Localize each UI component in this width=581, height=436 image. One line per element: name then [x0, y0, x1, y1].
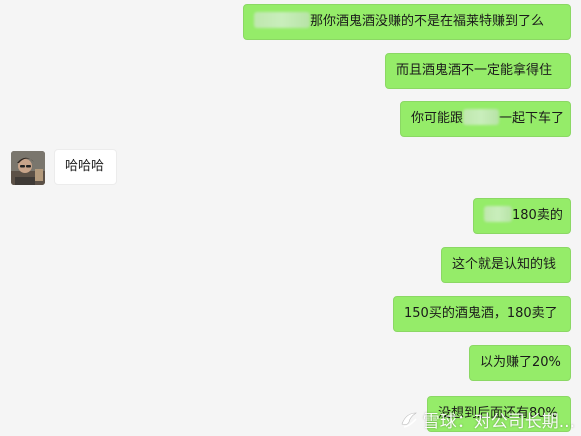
message-bubble-sent[interactable]: 这个就是认知的钱 — [441, 247, 571, 283]
message-text: 以为赚了20% — [480, 355, 561, 370]
message-text: 这个就是认知的钱 — [452, 257, 557, 272]
message-text: 那你酒鬼酒没赚的不是在福莱特赚到了么 — [310, 14, 545, 29]
message-bubble-sent[interactable]: 你可能跟 一起下车了 — [400, 101, 571, 137]
message-bubble-sent[interactable]: 150买的酒鬼酒，180卖了 — [393, 296, 571, 332]
redacted-text — [484, 206, 512, 222]
watermark: 雪球：对公司长期... — [399, 407, 575, 432]
message-bubble-sent[interactable]: 而且酒鬼酒不一定能拿得住 — [385, 53, 571, 89]
message-bubble-received[interactable]: 哈哈哈 — [54, 149, 117, 185]
message-text: 150买的酒鬼酒，180卖了 — [404, 306, 558, 321]
message-text-after: 一起下车了 — [499, 111, 565, 126]
message-text: 而且酒鬼酒不一定能拿得住 — [396, 63, 553, 78]
message-text-before: 你可能跟 — [411, 111, 464, 126]
message-bubble-sent[interactable]: 以为赚了20% — [469, 345, 571, 381]
watermark-text: 雪球：对公司长期... — [422, 412, 575, 432]
message-bubble-sent[interactable]: 那你酒鬼酒没赚的不是在福莱特赚到了么 — [243, 4, 571, 40]
chat-window: 那你酒鬼酒没赚的不是在福莱特赚到了么 而且酒鬼酒不一定能拿得住 你可能跟 一起下车… — [0, 0, 581, 436]
redacted-text — [254, 12, 310, 28]
message-text: 哈哈哈 — [65, 159, 105, 174]
snowball-logo-icon — [401, 412, 417, 428]
redacted-text — [463, 109, 500, 125]
message-text: 180卖的 — [512, 208, 563, 223]
avatar-photo-icon — [11, 151, 45, 185]
message-bubble-sent[interactable]: 180卖的 — [473, 198, 571, 234]
avatar[interactable] — [11, 151, 45, 185]
